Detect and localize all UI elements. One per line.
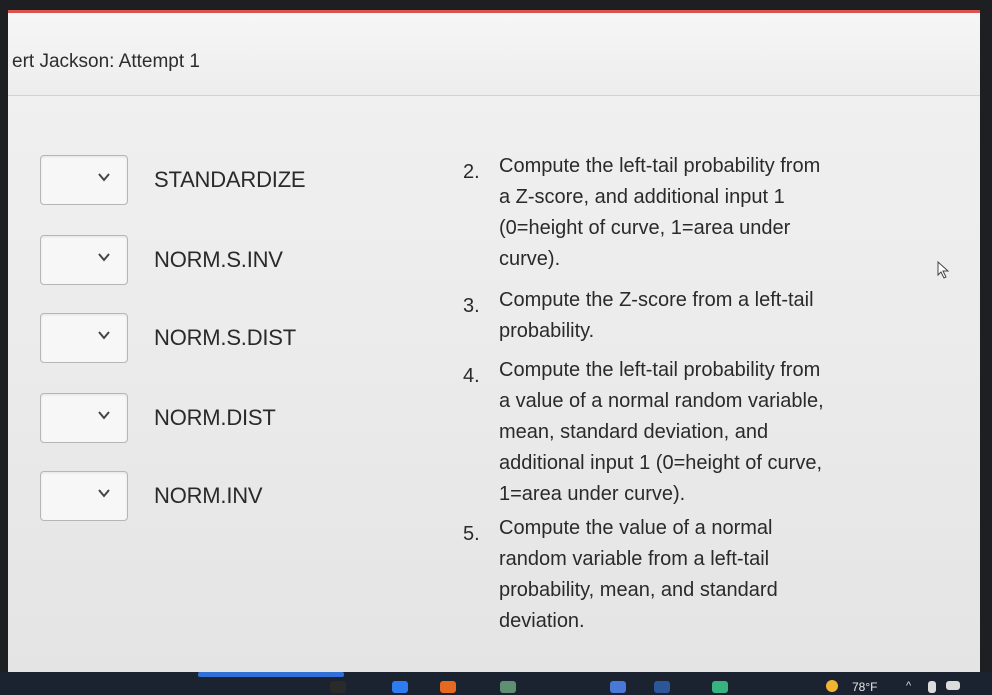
app-icon[interactable]: [330, 681, 346, 693]
browser-screen: ert Jackson: Attempt 1 STANDARDIZE NORM.…: [8, 10, 980, 679]
weather-icon[interactable]: [826, 680, 838, 692]
term-label: NORM.S.DIST: [154, 325, 297, 350]
taskbar: 78°F ^: [0, 672, 992, 695]
definition-number: 3.: [463, 295, 480, 317]
word-icon[interactable]: [654, 681, 670, 693]
tray-chevron-icon[interactable]: ^: [906, 680, 911, 692]
definition-number: 2.: [463, 161, 480, 183]
chevron-down-icon: [98, 253, 110, 262]
match-row-1: STANDARDIZE: [40, 155, 360, 205]
app-icon[interactable]: [500, 681, 516, 693]
app-icon[interactable]: [440, 681, 456, 693]
display-icon[interactable]: [946, 681, 960, 690]
match-row-2: NORM.S.INV: [40, 235, 360, 285]
edge-icon[interactable]: [392, 681, 408, 693]
app-icon[interactable]: [610, 681, 626, 693]
mouse-cursor-icon: [937, 261, 950, 279]
term-label: STANDARDIZE: [154, 167, 306, 192]
answer-select-3[interactable]: [40, 313, 128, 363]
definition-text: Compute the left-tail probability from a…: [499, 155, 821, 270]
active-task-indicator: [198, 672, 344, 677]
answer-select-4[interactable]: [40, 393, 128, 443]
battery-icon[interactable]: [928, 681, 936, 693]
match-row-3: NORM.S.DIST: [40, 313, 360, 363]
term-label: NORM.INV: [154, 483, 263, 508]
chevron-down-icon: [98, 411, 110, 420]
term-label: NORM.DIST: [154, 405, 276, 430]
term-label: NORM.S.INV: [154, 247, 283, 272]
attempt-title: ert Jackson: Attempt 1: [12, 51, 200, 72]
definition-number: 5.: [463, 523, 480, 545]
match-row-4: NORM.DIST: [40, 393, 360, 443]
answer-select-5[interactable]: [40, 471, 128, 521]
weather-temperature[interactable]: 78°F: [852, 680, 877, 694]
definition-text: Compute the Z-score from a left-tail pro…: [499, 289, 814, 342]
definition-number: 4.: [463, 365, 480, 387]
answer-select-1[interactable]: [40, 155, 128, 205]
match-row-5: NORM.INV: [40, 471, 360, 521]
quiz-header: ert Jackson: Attempt 1: [8, 13, 980, 96]
chevron-down-icon: [98, 173, 110, 182]
app-icon[interactable]: [712, 681, 728, 693]
chevron-down-icon: [98, 331, 110, 340]
definition-text: Compute the value of a normal random var…: [499, 517, 778, 632]
chevron-down-icon: [98, 489, 110, 498]
definition-text: Compute the left-tail probability from a…: [499, 359, 824, 505]
answer-select-2[interactable]: [40, 235, 128, 285]
